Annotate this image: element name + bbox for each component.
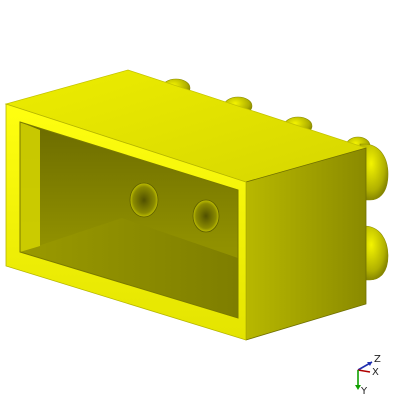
3d-viewport[interactable]: Z X Y bbox=[0, 0, 400, 401]
model-canvas bbox=[4, 69, 389, 341]
y-axis-label: Y bbox=[360, 386, 368, 394]
x-axis bbox=[357, 369, 371, 373]
hole-left bbox=[129, 182, 159, 218]
right-side-face bbox=[245, 147, 367, 341]
orientation-triad: Z X Y bbox=[350, 352, 386, 397]
inner-left-wall bbox=[20, 122, 40, 252]
hole-right bbox=[192, 199, 220, 233]
z-axis-label: Z bbox=[374, 354, 381, 365]
x-axis-label: X bbox=[372, 367, 379, 378]
